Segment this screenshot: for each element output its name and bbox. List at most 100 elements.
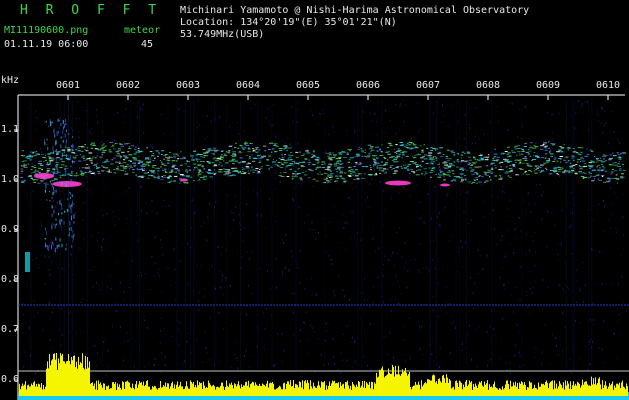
signal-trace <box>244 142 249 144</box>
meteor-burst <box>63 150 65 154</box>
signal-trace <box>517 145 520 146</box>
signal-trace <box>286 162 288 164</box>
noise-speck <box>415 150 417 152</box>
histogram-bar <box>319 385 320 396</box>
signal-trace <box>100 148 104 150</box>
noise-speck <box>514 354 516 357</box>
histogram-bar <box>438 379 439 396</box>
histogram-bar <box>94 383 95 396</box>
signal-trace <box>507 152 511 154</box>
histogram-bar <box>240 388 241 396</box>
histogram-bar <box>616 383 617 396</box>
noise-speck <box>440 186 442 189</box>
noise-speck <box>428 269 430 272</box>
noise-speck <box>159 341 161 344</box>
signal-trace <box>336 162 338 164</box>
noise-speck <box>476 366 478 368</box>
histogram-bar <box>57 370 58 396</box>
signal-trace <box>115 154 117 156</box>
histogram-bar <box>431 380 432 396</box>
meteor-burst <box>52 243 54 247</box>
signal-trace <box>528 169 532 171</box>
noise-speck <box>164 364 166 367</box>
histogram-bar <box>255 382 256 396</box>
signal-trace <box>401 157 404 159</box>
noise-speck <box>507 128 509 131</box>
meteor-burst <box>56 201 58 203</box>
noise-speck <box>51 260 53 262</box>
signal-trace <box>481 176 484 178</box>
histogram-bar <box>96 380 97 396</box>
noise-striation <box>139 100 140 370</box>
noise-speck <box>416 158 418 160</box>
histogram-bar <box>252 381 253 396</box>
noise-striation <box>240 100 241 370</box>
noise-speck <box>561 208 563 211</box>
noise-speck <box>191 352 193 354</box>
noise-speck <box>370 368 372 371</box>
noise-speck <box>300 328 302 331</box>
signal-trace <box>460 157 462 159</box>
noise-speck <box>153 275 155 277</box>
signal-trace <box>493 153 498 155</box>
noise-speck <box>306 259 308 261</box>
signal-trace <box>201 165 204 167</box>
histogram-bar <box>143 381 144 396</box>
noise-speck <box>359 318 361 320</box>
signal-trace <box>123 159 126 161</box>
histogram-bar <box>449 379 450 396</box>
noise-speck <box>426 267 428 269</box>
histogram-bar <box>532 389 533 396</box>
noise-speck <box>26 247 28 249</box>
signal-trace <box>279 172 282 174</box>
histogram-bar <box>576 385 577 396</box>
signal-trace <box>389 166 392 168</box>
noise-speck <box>496 243 498 246</box>
signal-trace <box>560 161 562 163</box>
noise-speck <box>326 251 328 253</box>
signal-trace <box>154 177 156 179</box>
signal-trace <box>385 171 387 173</box>
noise-speck <box>145 202 147 205</box>
noise-speck <box>110 275 112 278</box>
signal-trace <box>252 157 257 159</box>
noise-speck <box>369 183 371 186</box>
signal-trace <box>437 153 439 155</box>
signal-trace <box>515 174 520 176</box>
noise-speck <box>475 328 477 330</box>
signal-trace <box>471 163 474 165</box>
noise-speck <box>607 124 609 126</box>
noise-speck <box>577 279 579 281</box>
signal-trace <box>402 154 405 156</box>
noise-speck <box>423 221 425 224</box>
signal-trace <box>431 163 434 165</box>
histogram-bar <box>527 387 528 396</box>
histogram-bar <box>231 382 232 396</box>
noise-speck <box>149 289 151 291</box>
noise-speck <box>319 224 321 226</box>
histogram-bar <box>24 384 25 396</box>
signal-trace <box>402 164 407 166</box>
noise-speck <box>320 353 322 356</box>
noise-speck <box>390 310 392 313</box>
signal-trace <box>20 168 24 170</box>
signal-trace <box>507 171 512 173</box>
signal-trace <box>347 174 351 176</box>
noise-speck <box>377 312 379 314</box>
noise-speck <box>405 360 407 362</box>
histogram-bar <box>158 388 159 396</box>
noise-speck <box>579 287 581 289</box>
histogram-bar <box>433 374 434 396</box>
histogram-bar <box>392 364 393 396</box>
noise-speck <box>524 105 526 108</box>
noise-speck <box>194 211 196 214</box>
signal-trace <box>47 153 50 155</box>
noise-speck <box>581 145 583 147</box>
signal-trace <box>204 152 209 154</box>
histogram-bar <box>36 384 37 396</box>
signal-trace <box>178 182 181 184</box>
noise-speck <box>500 239 502 241</box>
signal-trace <box>218 157 221 159</box>
signal-trace <box>149 161 151 163</box>
meteor-burst <box>46 163 48 166</box>
